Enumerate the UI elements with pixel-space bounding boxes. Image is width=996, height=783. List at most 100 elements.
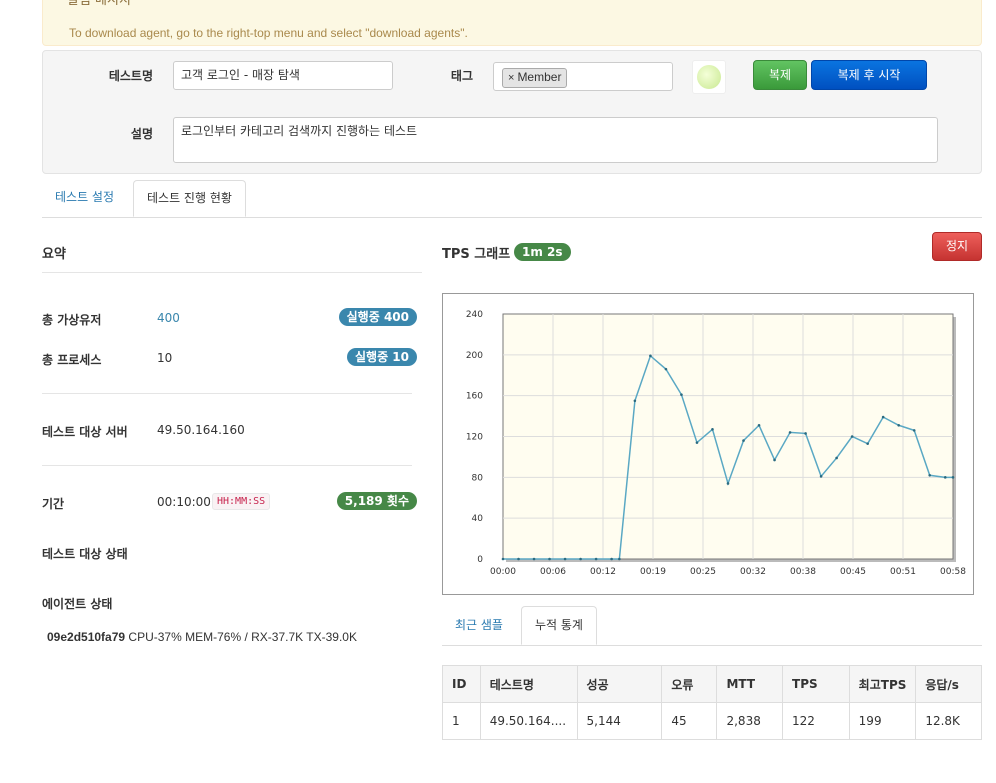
data-point (897, 423, 900, 427)
table-cell: 12.8K (915, 702, 982, 740)
process-value: 10 (157, 351, 173, 365)
elapsed-time-badge: 1m 2s (514, 243, 571, 261)
alert-title: 알림 메시지 (67, 0, 131, 8)
x-tick-label: 00:12 (590, 567, 616, 577)
tps-chart: 00:00 00:06 00:12 00:19 00:25 00:32 00:38 00:45… (442, 293, 974, 595)
data-point (819, 475, 823, 478)
x-tick-label: 00:38 (790, 567, 816, 577)
data-point (649, 354, 652, 358)
data-point (633, 399, 637, 403)
process-running-badge: 실행중 10 (347, 348, 417, 366)
tag-chip-label: Member (517, 70, 562, 84)
table-cell: 199 (848, 702, 917, 740)
data-point (695, 441, 699, 444)
bottom-tabs: 최근 샘플 누적 통계 (442, 606, 982, 646)
data-point (943, 476, 947, 479)
description-textarea[interactable]: 로그인부터 카테고리 검색까지 진행하는 테스트 (173, 117, 938, 163)
data-point (618, 557, 621, 561)
tag-remove-icon[interactable]: × (508, 72, 514, 84)
table-cell: 45 (661, 702, 718, 740)
vusers-value[interactable]: 400 (157, 311, 180, 325)
tab-test-progress[interactable]: 테스트 진행 현황 (133, 180, 246, 217)
data-point (579, 557, 582, 561)
data-point (563, 557, 567, 561)
table-row[interactable]: 1 49.50.164.... 5,144 45 2,838 122 199 12.8K (442, 702, 982, 740)
x-tick-label: 00:25 (690, 567, 716, 577)
tab-cumulative-stats[interactable]: 누적 통계 (521, 606, 597, 645)
target-server-value: 49.50.164.160 (157, 423, 245, 437)
test-name-input[interactable]: 고객 로그인 - 매장 탐색 (173, 61, 393, 90)
column-header: 응답/s (915, 665, 982, 703)
alert-message: To download agent, go to the right-top m… (69, 26, 468, 40)
data-point (804, 432, 807, 435)
stats-table: ID 테스트명 성공 오류 MTT TPS 최고TPS 응답/s 1 49.50.164....… (442, 665, 982, 740)
data-point (742, 439, 745, 442)
duration-label: 기간 (42, 497, 65, 511)
data-point (773, 458, 776, 462)
run-count-badge: 5,189 횟수 (336, 492, 417, 510)
x-tick-label: 00:58 (940, 567, 966, 577)
data-point (610, 557, 613, 561)
target-status-label: 테스트 대상 상태 (42, 547, 128, 561)
y-tick-label: 160 (466, 392, 483, 402)
vusers-label: 총 가상유저 (42, 313, 102, 327)
divider (42, 465, 412, 466)
description-label: 설명 (130, 127, 153, 141)
clone-button[interactable]: 복제 (753, 60, 807, 90)
y-tick-label: 80 (472, 473, 484, 483)
status-indicator (692, 60, 726, 94)
table-cell: 1 (442, 702, 481, 740)
duration-format-hint: HH:MM:SS (212, 493, 271, 510)
x-tick-label: 00:06 (540, 567, 566, 577)
data-point (881, 415, 885, 419)
data-point (548, 557, 551, 561)
x-tick-label: 00:32 (740, 567, 766, 577)
agent-metrics: CPU-37% MEM-76% / RX-37.7K TX-39.0K (128, 630, 357, 644)
x-tick-label: 00:45 (840, 567, 866, 577)
data-point (850, 435, 854, 438)
tab-test-settings[interactable]: 테스트 설정 (42, 180, 127, 216)
tps-heading: TPS 그래프 (442, 247, 511, 262)
target-server-label: 테스트 대상 서버 (42, 425, 128, 439)
x-tick-label: 00:00 (490, 567, 516, 577)
data-point (866, 442, 869, 445)
data-point (501, 557, 505, 561)
agent-status-label: 에이전트 상태 (42, 597, 113, 611)
duration-value: 00:10:00 (157, 495, 211, 509)
table-cell: 122 (782, 702, 850, 740)
column-header: ID (442, 665, 481, 703)
main-tabs: 테스트 설정 테스트 진행 현황 (42, 180, 982, 218)
data-point (664, 367, 668, 371)
column-header: TPS (782, 665, 850, 703)
data-point (517, 557, 520, 561)
column-header: 테스트명 (479, 665, 578, 703)
tag-chip: × Member (502, 68, 568, 88)
data-point (788, 431, 792, 434)
table-cell: 5,144 (576, 702, 663, 740)
data-point (912, 429, 916, 432)
divider (42, 272, 422, 273)
tab-recent-samples[interactable]: 최근 샘플 (442, 606, 516, 644)
data-point (757, 423, 761, 427)
clone-start-button[interactable]: 복제 후 시작 (811, 60, 927, 90)
stop-button[interactable]: 정지 (932, 232, 982, 261)
column-header: 성공 (576, 665, 663, 703)
data-point (532, 557, 536, 561)
agent-id: 09e2d510fa79 (47, 630, 126, 644)
data-point (835, 456, 838, 460)
y-tick-label: 120 (466, 433, 483, 443)
summary-heading: 요약 (42, 247, 66, 262)
agent-status-line: 09e2d510fa79 CPU-37% MEM-76% / RX-37.7K … (47, 630, 357, 644)
table-cell: 2,838 (716, 702, 784, 740)
column-header: MTT (716, 665, 784, 703)
tps-chart-svg: 00:00 00:06 00:12 00:19 00:25 00:32 00:38 00:45… (466, 310, 966, 577)
alert-box: 알림 메시지 To download agent, go to the righ… (42, 0, 982, 46)
y-tick-label: 0 (477, 555, 483, 565)
tag-label: 태그 (450, 69, 473, 83)
divider (42, 393, 412, 394)
tag-input[interactable]: × Member (493, 62, 673, 91)
status-dot-icon (697, 65, 721, 89)
table-cell: 49.50.164.... (479, 702, 578, 740)
data-point (594, 557, 598, 561)
x-tick-label: 00:19 (640, 567, 666, 577)
